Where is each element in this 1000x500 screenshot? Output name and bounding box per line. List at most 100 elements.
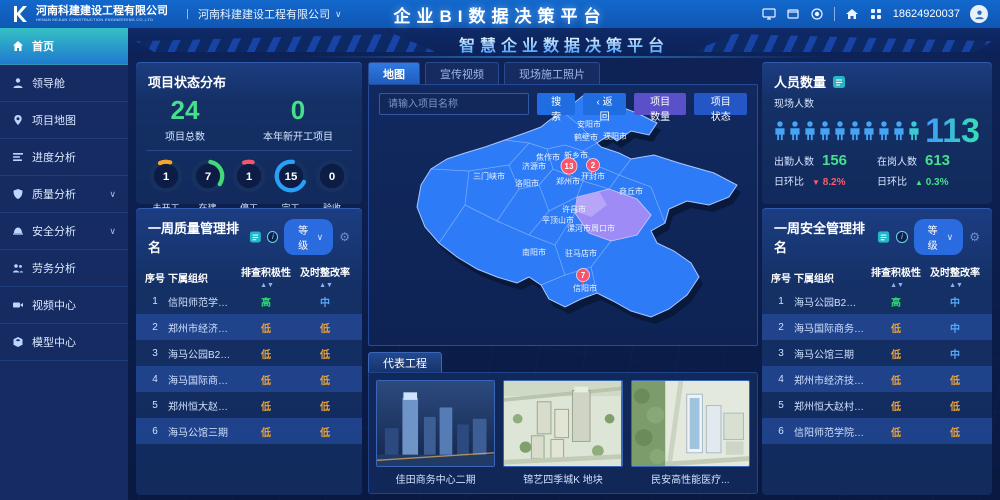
- quality-rank-table: 序号 下属组织 排查积极性▲▼ 及时整改率▲▼ 1信阳师范学院淮河校区二... …: [136, 264, 362, 444]
- city-label: 三门峡市: [473, 171, 505, 181]
- dod-up-stat: 日环比 ▲ 0.3%: [877, 173, 980, 188]
- sidebar-item-project-map[interactable]: 项目地图: [0, 102, 128, 139]
- city-label: 驻马店市: [565, 248, 597, 258]
- chevron-down-icon: ∨: [335, 9, 342, 20]
- city-label: 漯河市: [567, 223, 591, 233]
- ring-accepted: 0 验收: [312, 157, 352, 214]
- project-card[interactable]: 锦艺四季城K 地块: [503, 380, 622, 486]
- col-org: 下属组织: [168, 270, 238, 285]
- sidebar-item-safety-analysis[interactable]: 安全分析 ∨: [0, 213, 128, 250]
- table-header: 序号 下属组织 排查积极性▲▼ 及时整改率▲▼: [762, 264, 992, 288]
- company-selector[interactable]: 丨 河南科建建设工程有限公司 ∨: [182, 6, 342, 22]
- table-row[interactable]: 6信阳师范学院淮河校区二... 低低: [762, 418, 992, 444]
- col-c2[interactable]: 及时整改率▲▼: [294, 264, 356, 290]
- gear-icon[interactable]: ⚙: [339, 230, 350, 244]
- project-card[interactable]: 民安高性能医疗...: [631, 380, 750, 486]
- table-row[interactable]: 5郑州恒大赵村安置区A-0... 低低: [762, 392, 992, 418]
- onduty-stat: 在岗人数 613: [877, 152, 980, 169]
- svg-text:7: 7: [581, 271, 586, 280]
- window-icon[interactable]: [786, 7, 800, 21]
- search-button[interactable]: 搜索: [537, 93, 575, 115]
- city-label: 安阳市: [577, 119, 601, 129]
- home-icon: [12, 40, 24, 52]
- sidebar-item-label: 安全分析: [32, 223, 76, 239]
- tab-promo-video[interactable]: 宣传视频: [425, 62, 499, 84]
- stat-value: 24: [165, 95, 205, 126]
- project-card[interactable]: 佳田商务中心二期: [376, 380, 495, 486]
- table-row[interactable]: 6海马公馆三期 低低: [136, 418, 362, 444]
- table-row[interactable]: 3海马公馆三期 低中: [762, 340, 992, 366]
- table-row[interactable]: 2海马国际商务中心A1地... 低中: [762, 314, 992, 340]
- home-icon[interactable]: [845, 7, 859, 21]
- henan-province-map[interactable]: 安阳市 鹤壁市 濮阳市 新乡市 焦作市 济源市 三门峡市 洛阳市 郑州市 开封市…: [369, 85, 759, 347]
- sidebar-item-model-center[interactable]: 模型中心: [0, 324, 128, 361]
- person-icon: [849, 120, 861, 142]
- level-filter-dropdown[interactable]: 等级 ∨: [284, 219, 333, 255]
- report-icon: [249, 230, 262, 244]
- sidebar-nav: 首页 领导舱 项目地图 进度分析 质量分析 ∨ 安全分析 ∨ 劳务分析: [0, 28, 128, 500]
- tab-site-photos[interactable]: 现场施工照片: [504, 62, 600, 84]
- city-label: 洛阳市: [515, 178, 539, 188]
- col-c2[interactable]: 及时整改率▲▼: [924, 264, 986, 290]
- sidebar-item-progress-analysis[interactable]: 进度分析: [0, 139, 128, 176]
- onsite-label: 现场人数: [762, 95, 992, 110]
- monitor-icon[interactable]: [762, 7, 776, 21]
- gear-icon[interactable]: ⚙: [969, 230, 980, 244]
- chevron-down-icon: ∨: [317, 232, 324, 243]
- sidebar-item-label: 视频中心: [32, 297, 76, 313]
- stat-new-projects: 0 本年新开工项目: [263, 95, 333, 143]
- project-status-button[interactable]: 项目状态: [694, 93, 747, 115]
- report-icon: [832, 75, 846, 89]
- personnel-stats: 出勤人数 156 在岗人数 613 日环比 ▼ 8.2% 日环比 ▲ 0.3%: [762, 150, 992, 188]
- project-caption: 锦艺四季城K 地块: [503, 471, 622, 486]
- sidebar-item-labor-analysis[interactable]: 劳务分析: [0, 250, 128, 287]
- table-row[interactable]: 4郑州市经济技术开发区青... 低低: [762, 366, 992, 392]
- project-search-input[interactable]: [379, 93, 529, 115]
- chevron-down-icon: ∨: [109, 189, 116, 200]
- person-icon: [774, 120, 786, 142]
- stat-label: 项目总数: [165, 128, 205, 143]
- triangle-up-icon: ▲: [915, 178, 923, 187]
- col-c1[interactable]: 排查积极性▲▼: [238, 264, 294, 290]
- sidebar-item-home[interactable]: 首页: [0, 28, 128, 65]
- table-row[interactable]: 1海马公园B2地块二期 高中: [762, 288, 992, 314]
- tab-map[interactable]: 地图: [368, 62, 420, 84]
- sidebar-item-leader-cabin[interactable]: 领导舱: [0, 65, 128, 102]
- table-row[interactable]: 1信阳师范学院淮河校区二... 高中: [136, 288, 362, 314]
- avatar-person-icon: [974, 9, 985, 20]
- sidebar-item-video-center[interactable]: 视频中心: [0, 287, 128, 324]
- city-label: 许昌市: [562, 204, 586, 214]
- sidebar-item-label: 进度分析: [32, 149, 76, 165]
- rep-tab-label: 代表工程: [383, 355, 427, 371]
- level-filter-dropdown[interactable]: 等级 ∨: [914, 219, 964, 255]
- dod-down-stat: 日环比 ▼ 8.2%: [774, 173, 877, 188]
- city-label: 鹤壁市: [574, 132, 598, 142]
- sidebar-item-quality-analysis[interactable]: 质量分析 ∨: [0, 176, 128, 213]
- city-label: 周口市: [591, 223, 615, 233]
- apps-grid-icon[interactable]: [869, 7, 883, 21]
- header-actions: 18624920037: [762, 5, 1000, 23]
- person-icon: [878, 120, 890, 142]
- info-icon[interactable]: i: [896, 231, 907, 243]
- col-org: 下属组织: [794, 270, 868, 285]
- project-count-button[interactable]: 项目数量: [634, 93, 687, 115]
- map-panel: 安阳市 鹤壁市 濮阳市 新乡市 焦作市 济源市 三门峡市 洛阳市 郑州市 开封市…: [368, 84, 758, 346]
- col-c1[interactable]: 排查积极性▲▼: [868, 264, 924, 290]
- sort-icon: ▲▼: [890, 282, 904, 289]
- table-row[interactable]: 4海马国际商务中心A1地... 低低: [136, 366, 362, 392]
- sidebar-item-label: 项目地图: [32, 112, 76, 128]
- triangle-down-icon: ▼: [812, 178, 820, 187]
- cube-icon: [12, 336, 24, 348]
- shield-icon: [12, 188, 24, 200]
- table-row[interactable]: 2郑州市经济技术开发区青... 低低: [136, 314, 362, 340]
- user-avatar[interactable]: [970, 5, 988, 23]
- info-icon[interactable]: i: [267, 231, 278, 243]
- back-button[interactable]: ‹ 返回: [583, 93, 626, 115]
- panel-title: 项目状态分布: [148, 72, 226, 91]
- representative-projects-tab[interactable]: 代表工程: [368, 352, 442, 372]
- table-row[interactable]: 5郑州恒大赵村安置区A-0... 低低: [136, 392, 362, 418]
- record-icon[interactable]: [810, 7, 824, 21]
- list-chart-icon: [12, 151, 24, 163]
- table-row[interactable]: 3海马公园B2地块二期 低低: [136, 340, 362, 366]
- ring-completed: 15 完工: [271, 157, 311, 214]
